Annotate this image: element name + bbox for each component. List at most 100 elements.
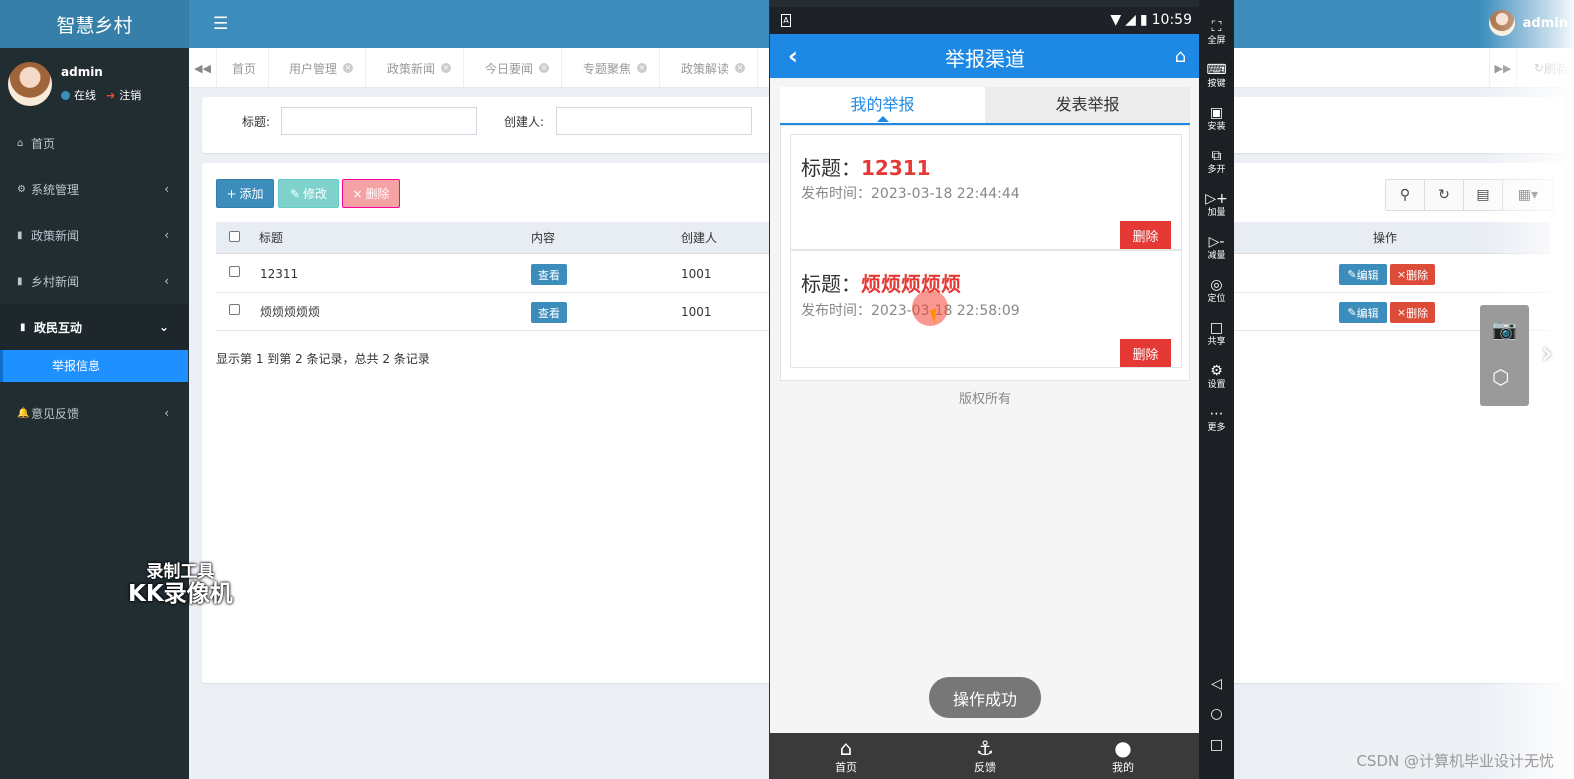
close-icon: × <box>352 186 363 201</box>
pagination-info: 显示第 1 到第 2 条记录，总共 2 条记录 <box>216 352 430 366</box>
user-panel: admin 在线 ➜ 注销 <box>0 48 189 120</box>
share-button[interactable]: □ 共享 <box>1199 319 1234 347</box>
tab-topics[interactable]: 专题聚焦 × <box>571 48 661 88</box>
close-icon[interactable]: × <box>735 63 746 73</box>
tool-label: 减量 <box>1207 251 1226 261</box>
multi-instance-button[interactable]: ⧉ 多开 <box>1199 147 1234 175</box>
column-header-creator[interactable]: 创建人 <box>681 222 717 254</box>
logout-icon[interactable]: ➜ <box>106 89 115 102</box>
add-button[interactable]: + 添加 <box>216 179 274 208</box>
app-logo[interactable]: 智慧乡村 <box>0 0 189 48</box>
tool-label: 多开 <box>1207 165 1226 175</box>
bottom-nav-label: 首页 <box>835 761 857 774</box>
install-apk-button[interactable]: ▣ 安装 <box>1199 104 1234 132</box>
sidebar-item-interaction[interactable]: ▮ 政民互动 ⌄ <box>0 304 189 350</box>
report-card[interactable]: 标题：烦烦烦烦烦 发布时间：2023-03-18 22:58:09 删除 <box>790 250 1182 368</box>
home-icon[interactable]: ⌂ <box>1175 46 1186 67</box>
csdn-watermark: CSDN @计算机毕业设计无忧 <box>1356 752 1554 770</box>
bottom-nav-label: 反馈 <box>974 761 996 774</box>
more-button[interactable]: ⋯ 更多 <box>1199 405 1234 433</box>
volume-up-button[interactable]: ▷+ 加量 <box>1199 190 1234 218</box>
tab-policy-interpretation[interactable]: 政策解读 × <box>669 48 759 88</box>
report-delete-button[interactable]: 删除 <box>1120 221 1171 249</box>
report-title-value: 烦烦烦烦烦 <box>861 272 961 296</box>
more-icon: ⋯ <box>1209 406 1224 422</box>
report-delete-button[interactable]: 删除 <box>1120 339 1171 367</box>
screen: 智慧乡村 ☰ admin admin 在线 ➜ 注销 ⌂ 首页 ⚙ 系 <box>0 0 1574 779</box>
menu-toggle-icon[interactable]: ☰ <box>213 14 228 34</box>
chevron-right-icon[interactable]: › <box>1541 336 1553 371</box>
keymap-button[interactable]: ⌨ 按键 <box>1199 61 1234 89</box>
android-back-icon[interactable]: ◁ <box>1199 676 1234 692</box>
row-title: 烦烦烦烦烦 <box>260 305 321 319</box>
row-checkbox[interactable] <box>229 266 240 277</box>
chevron-left-icon: ‹ <box>164 228 169 242</box>
bottom-nav-feedback[interactable]: ⚓ 反馈 <box>955 737 1015 775</box>
android-recents-icon[interactable]: □ <box>1199 737 1234 753</box>
close-icon: × <box>1396 306 1407 319</box>
edit-button[interactable]: ✎ 修改 <box>278 179 339 208</box>
tab-today-news[interactable]: 今日要闻 × <box>473 48 563 88</box>
view-button[interactable]: 查看 <box>531 264 567 285</box>
tab-publish-report[interactable]: 发表举报 <box>985 87 1190 123</box>
delete-button[interactable]: × 删除 <box>342 179 400 208</box>
close-icon[interactable]: × <box>441 63 452 73</box>
row-delete-label: 删除 <box>1406 268 1429 282</box>
view-button[interactable]: 查看 <box>531 302 567 323</box>
sidebar-item-system[interactable]: ⚙ 系统管理 ‹ <box>0 166 189 212</box>
fullscreen-button[interactable]: ⛶ 全屏 <box>1199 18 1234 46</box>
close-icon[interactable]: × <box>539 63 550 73</box>
tab-label: 首页 <box>232 61 257 76</box>
row-delete-button[interactable]: × 删除 <box>1390 264 1435 285</box>
row-edit-button[interactable]: ✎ 编辑 <box>1339 264 1387 285</box>
chevron-left-icon: ‹ <box>164 274 169 288</box>
tab-home[interactable]: 首页 <box>220 48 270 88</box>
report-card[interactable]: 标题：12311 发布时间：2023-03-18 22:44:44 删除 <box>790 134 1182 250</box>
settings-button[interactable]: ⚙ 设置 <box>1199 362 1234 390</box>
chevron-left-icon: ‹ <box>164 406 169 420</box>
creator-filter-input[interactable] <box>556 107 752 135</box>
sidebar-item-label: 政策新闻 <box>31 228 80 243</box>
sidebar-item-report-info[interactable]: 举报信息 <box>0 350 188 382</box>
row-edit-button[interactable]: ✎ 编辑 <box>1339 302 1387 323</box>
close-icon[interactable]: × <box>343 63 354 73</box>
tool-label: 全屏 <box>1207 36 1226 46</box>
report-time: 发布时间：2023-03-18 22:58:09 <box>801 303 1020 319</box>
user-name: admin <box>61 65 103 79</box>
tab-user-management[interactable]: 用户管理 × <box>277 48 367 88</box>
tabs-scroll-left-icon[interactable]: ◀◀ <box>189 48 217 88</box>
fullscreen-icon: ⛶ <box>1211 19 1222 35</box>
tab-label: 政策解读 <box>681 61 730 76</box>
column-header-title[interactable]: 标题 <box>259 222 283 254</box>
row-checkbox[interactable] <box>229 304 240 315</box>
column-header-content[interactable]: 内容 <box>531 222 555 254</box>
sidebar-item-home[interactable]: ⌂ 首页 <box>0 120 189 166</box>
location-button[interactable]: ◎ 定位 <box>1199 276 1234 304</box>
sidebar-item-policy-news[interactable]: ▮ 政策新闻 ‹ <box>0 212 189 258</box>
bottom-nav-home[interactable]: ⌂ 首页 <box>816 737 876 775</box>
close-icon[interactable]: × <box>637 63 648 73</box>
android-home-icon[interactable]: ○ <box>1199 706 1234 722</box>
gear-icon: ⚙ <box>17 183 26 195</box>
refresh-icon[interactable]: ↻ <box>1425 180 1464 210</box>
toast-message: 操作成功 <box>929 677 1041 718</box>
volume-down-button[interactable]: ▷- 减量 <box>1199 233 1234 261</box>
title-filter-input[interactable] <box>281 107 477 135</box>
sidebar-item-label: 政民互动 <box>34 320 83 335</box>
delete-label: 删除 <box>365 187 390 201</box>
bell-icon: 🔔 <box>17 407 30 419</box>
add-label: 添加 <box>239 187 264 201</box>
sidebar-item-village-news[interactable]: ▮ 乡村新闻 ‹ <box>0 258 189 304</box>
sidebar-item-feedback[interactable]: 🔔 意见反馈 ‹ <box>0 390 189 436</box>
shield-icon[interactable]: ⬡ <box>1492 365 1509 389</box>
bottom-nav-mine[interactable]: ● 我的 <box>1093 737 1153 775</box>
select-all-checkbox[interactable] <box>229 231 240 242</box>
screenshot-icon[interactable]: 📷 <box>1492 317 1517 341</box>
tab-policy-news[interactable]: 政策新闻 × <box>375 48 465 88</box>
keyboard-icon: ⌨ <box>1206 62 1227 78</box>
emulator-titlebar <box>770 0 1200 7</box>
search-icon[interactable]: ⚲ <box>1386 180 1425 210</box>
report-time: 发布时间：2023-03-18 22:44:44 <box>801 186 1020 202</box>
logout-link[interactable]: 注销 <box>119 87 141 103</box>
row-delete-button[interactable]: × 删除 <box>1390 302 1435 323</box>
